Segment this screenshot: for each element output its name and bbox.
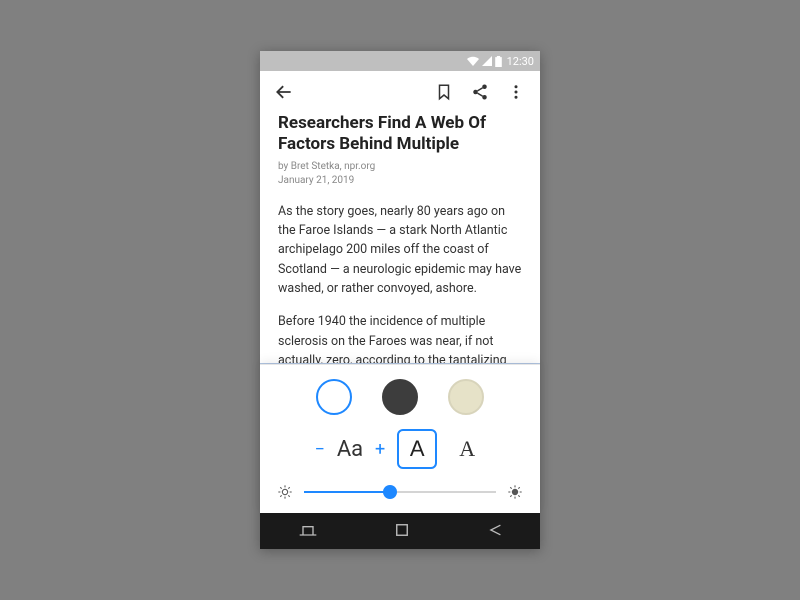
display-settings-sheet: − Aa + A A	[260, 364, 540, 513]
font-row: − Aa + A A	[274, 429, 526, 469]
signal-icon	[482, 56, 492, 66]
font-size-sample: Aa	[335, 437, 365, 462]
paragraph: As the story goes, nearly 80 years ago o…	[278, 202, 522, 299]
slider-thumb[interactable]	[383, 485, 397, 499]
theme-sepia[interactable]	[448, 379, 484, 415]
brightness-low-icon	[277, 484, 293, 500]
back-button[interactable]	[268, 76, 300, 108]
brightness-high-icon	[507, 484, 523, 500]
slider-fill	[304, 491, 390, 493]
theme-row	[274, 379, 526, 415]
share-icon	[471, 83, 489, 101]
overflow-icon	[507, 83, 525, 101]
increase-font-button[interactable]: +	[373, 439, 387, 460]
recent-icon	[298, 523, 318, 537]
theme-dark[interactable]	[382, 379, 418, 415]
byline-author: by Bret Stetka, npr.org	[278, 160, 522, 174]
nav-back-icon	[486, 523, 502, 537]
bookmark-button[interactable]	[428, 76, 460, 108]
status-bar: 12:30	[260, 51, 540, 71]
font-size-group: − Aa +	[313, 437, 387, 462]
device-frame: 12:30 Researchers Find A Web Of Factors …	[260, 51, 540, 549]
theme-light[interactable]	[316, 379, 352, 415]
battery-icon	[495, 56, 502, 67]
article-byline: by Bret Stetka, npr.org January 21, 2019	[278, 160, 522, 188]
font-sans-button[interactable]: A	[397, 429, 437, 469]
brightness-slider[interactable]	[304, 491, 496, 493]
app-bar	[260, 71, 540, 113]
wifi-icon	[467, 56, 479, 66]
article-body: As the story goes, nearly 80 years ago o…	[278, 202, 522, 390]
brightness-high-button[interactable]	[504, 481, 526, 503]
android-nav-bar	[260, 513, 540, 549]
back-icon	[274, 82, 294, 102]
decrease-font-button[interactable]: −	[313, 439, 327, 460]
share-button[interactable]	[464, 76, 496, 108]
font-serif-button[interactable]: A	[447, 429, 487, 469]
brightness-low-button[interactable]	[274, 481, 296, 503]
bookmark-icon	[435, 83, 453, 101]
nav-recent-button[interactable]	[298, 522, 318, 541]
article-title: Researchers Find A Web Of Factors Behind…	[278, 113, 522, 156]
brightness-row	[274, 481, 526, 503]
byline-date: January 21, 2019	[278, 174, 522, 188]
nav-back-button[interactable]	[486, 522, 502, 541]
home-icon	[395, 523, 409, 537]
nav-home-button[interactable]	[395, 522, 409, 541]
overflow-button[interactable]	[500, 76, 532, 108]
status-time: 12:30	[507, 55, 534, 68]
